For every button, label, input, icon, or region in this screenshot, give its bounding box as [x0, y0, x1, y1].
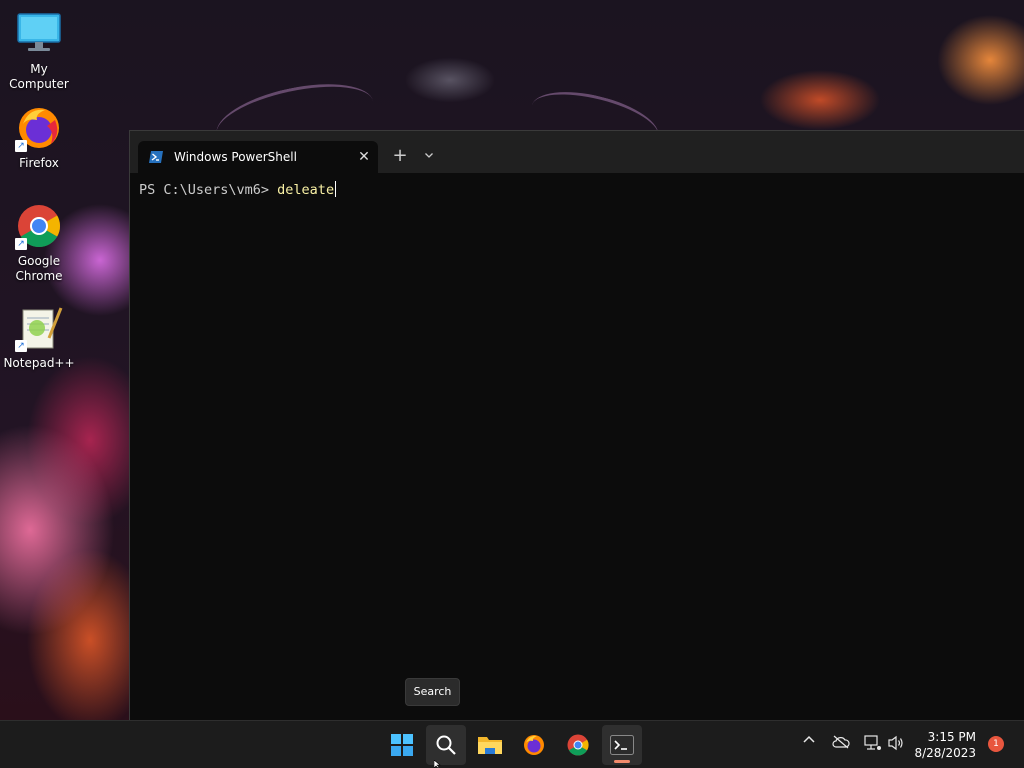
- file-explorer-button[interactable]: [470, 725, 510, 765]
- terminal-tab-bar: Windows PowerShell ✕ +: [130, 131, 1024, 173]
- file-explorer-icon: [478, 737, 502, 754]
- start-button[interactable]: [382, 725, 422, 765]
- cloud-offline-icon: [832, 735, 850, 749]
- firefox-taskbar-button[interactable]: [514, 725, 554, 765]
- search-icon: [436, 735, 456, 755]
- monitor-icon: [15, 10, 63, 58]
- tab-dropdown-button[interactable]: [419, 145, 439, 169]
- search-tooltip: Search: [405, 678, 460, 706]
- desktop-icon-label: Firefox: [19, 156, 59, 170]
- shortcut-arrow-icon: ↗: [15, 340, 27, 352]
- speaker-icon: [888, 735, 903, 751]
- chrome-icon: ↗: [15, 202, 63, 250]
- network-icon: [864, 735, 881, 750]
- tab-title: Windows PowerShell: [174, 150, 297, 164]
- volume-button[interactable]: [888, 735, 904, 755]
- desktop-icon-label: My Computer: [9, 62, 69, 91]
- running-indicator: [614, 760, 630, 763]
- desktop-icon-label: Google Chrome: [15, 254, 63, 283]
- notepadpp-icon: ↗: [15, 304, 63, 352]
- close-tab-button[interactable]: ✕: [350, 149, 378, 165]
- desktop-icon-my-computer[interactable]: My Computer: [0, 10, 78, 92]
- clock-date: 8/28/2023: [914, 746, 976, 760]
- desktop-icon-firefox[interactable]: ↗ Firefox: [0, 104, 78, 171]
- terminal-taskbar-button[interactable]: [602, 725, 642, 765]
- chrome-taskbar-button[interactable]: [558, 725, 598, 765]
- firefox-icon: ↗: [15, 104, 63, 152]
- chrome-icon: [567, 734, 589, 756]
- start-icon: [391, 734, 413, 756]
- text-cursor: [335, 181, 337, 197]
- search-button[interactable]: [426, 725, 466, 765]
- clock-time: 3:15 PM: [927, 730, 976, 744]
- network-button[interactable]: [864, 735, 882, 755]
- taskbar: 3:15 PM 8/28/2023: [0, 720, 1024, 768]
- firefox-icon: [524, 735, 544, 755]
- console-prompt: PS C:\Users\vm6>: [139, 182, 278, 198]
- desktop-icon-google-chrome[interactable]: ↗ Google Chrome: [0, 202, 78, 284]
- shortcut-arrow-icon: ↗: [15, 140, 27, 152]
- console-output[interactable]: PS C:\Users\vm6> deleate: [130, 173, 1024, 206]
- desktop-icon-notepadpp[interactable]: ↗ Notepad++: [0, 304, 78, 371]
- powershell-icon: [148, 149, 164, 165]
- clock[interactable]: 3:15 PM 8/28/2023: [906, 729, 976, 761]
- desktop-icon-label: Notepad++: [3, 356, 75, 370]
- tab-windows-powershell[interactable]: Windows PowerShell ✕: [138, 141, 378, 173]
- mouse-pointer-icon: [434, 760, 441, 768]
- console-command: deleate: [277, 182, 335, 198]
- onedrive-button[interactable]: [832, 735, 850, 753]
- terminal-icon: [610, 735, 634, 755]
- shortcut-arrow-icon: ↗: [15, 238, 27, 250]
- new-tab-button[interactable]: +: [388, 145, 412, 169]
- show-hidden-icons-button[interactable]: [802, 733, 816, 751]
- terminal-window[interactable]: Windows PowerShell ✕ + PS C:\Users\vm6> …: [129, 130, 1024, 720]
- chevron-down-icon: [425, 153, 433, 158]
- notification-badge[interactable]: 1: [988, 736, 1004, 752]
- chevron-up-icon: [803, 735, 815, 743]
